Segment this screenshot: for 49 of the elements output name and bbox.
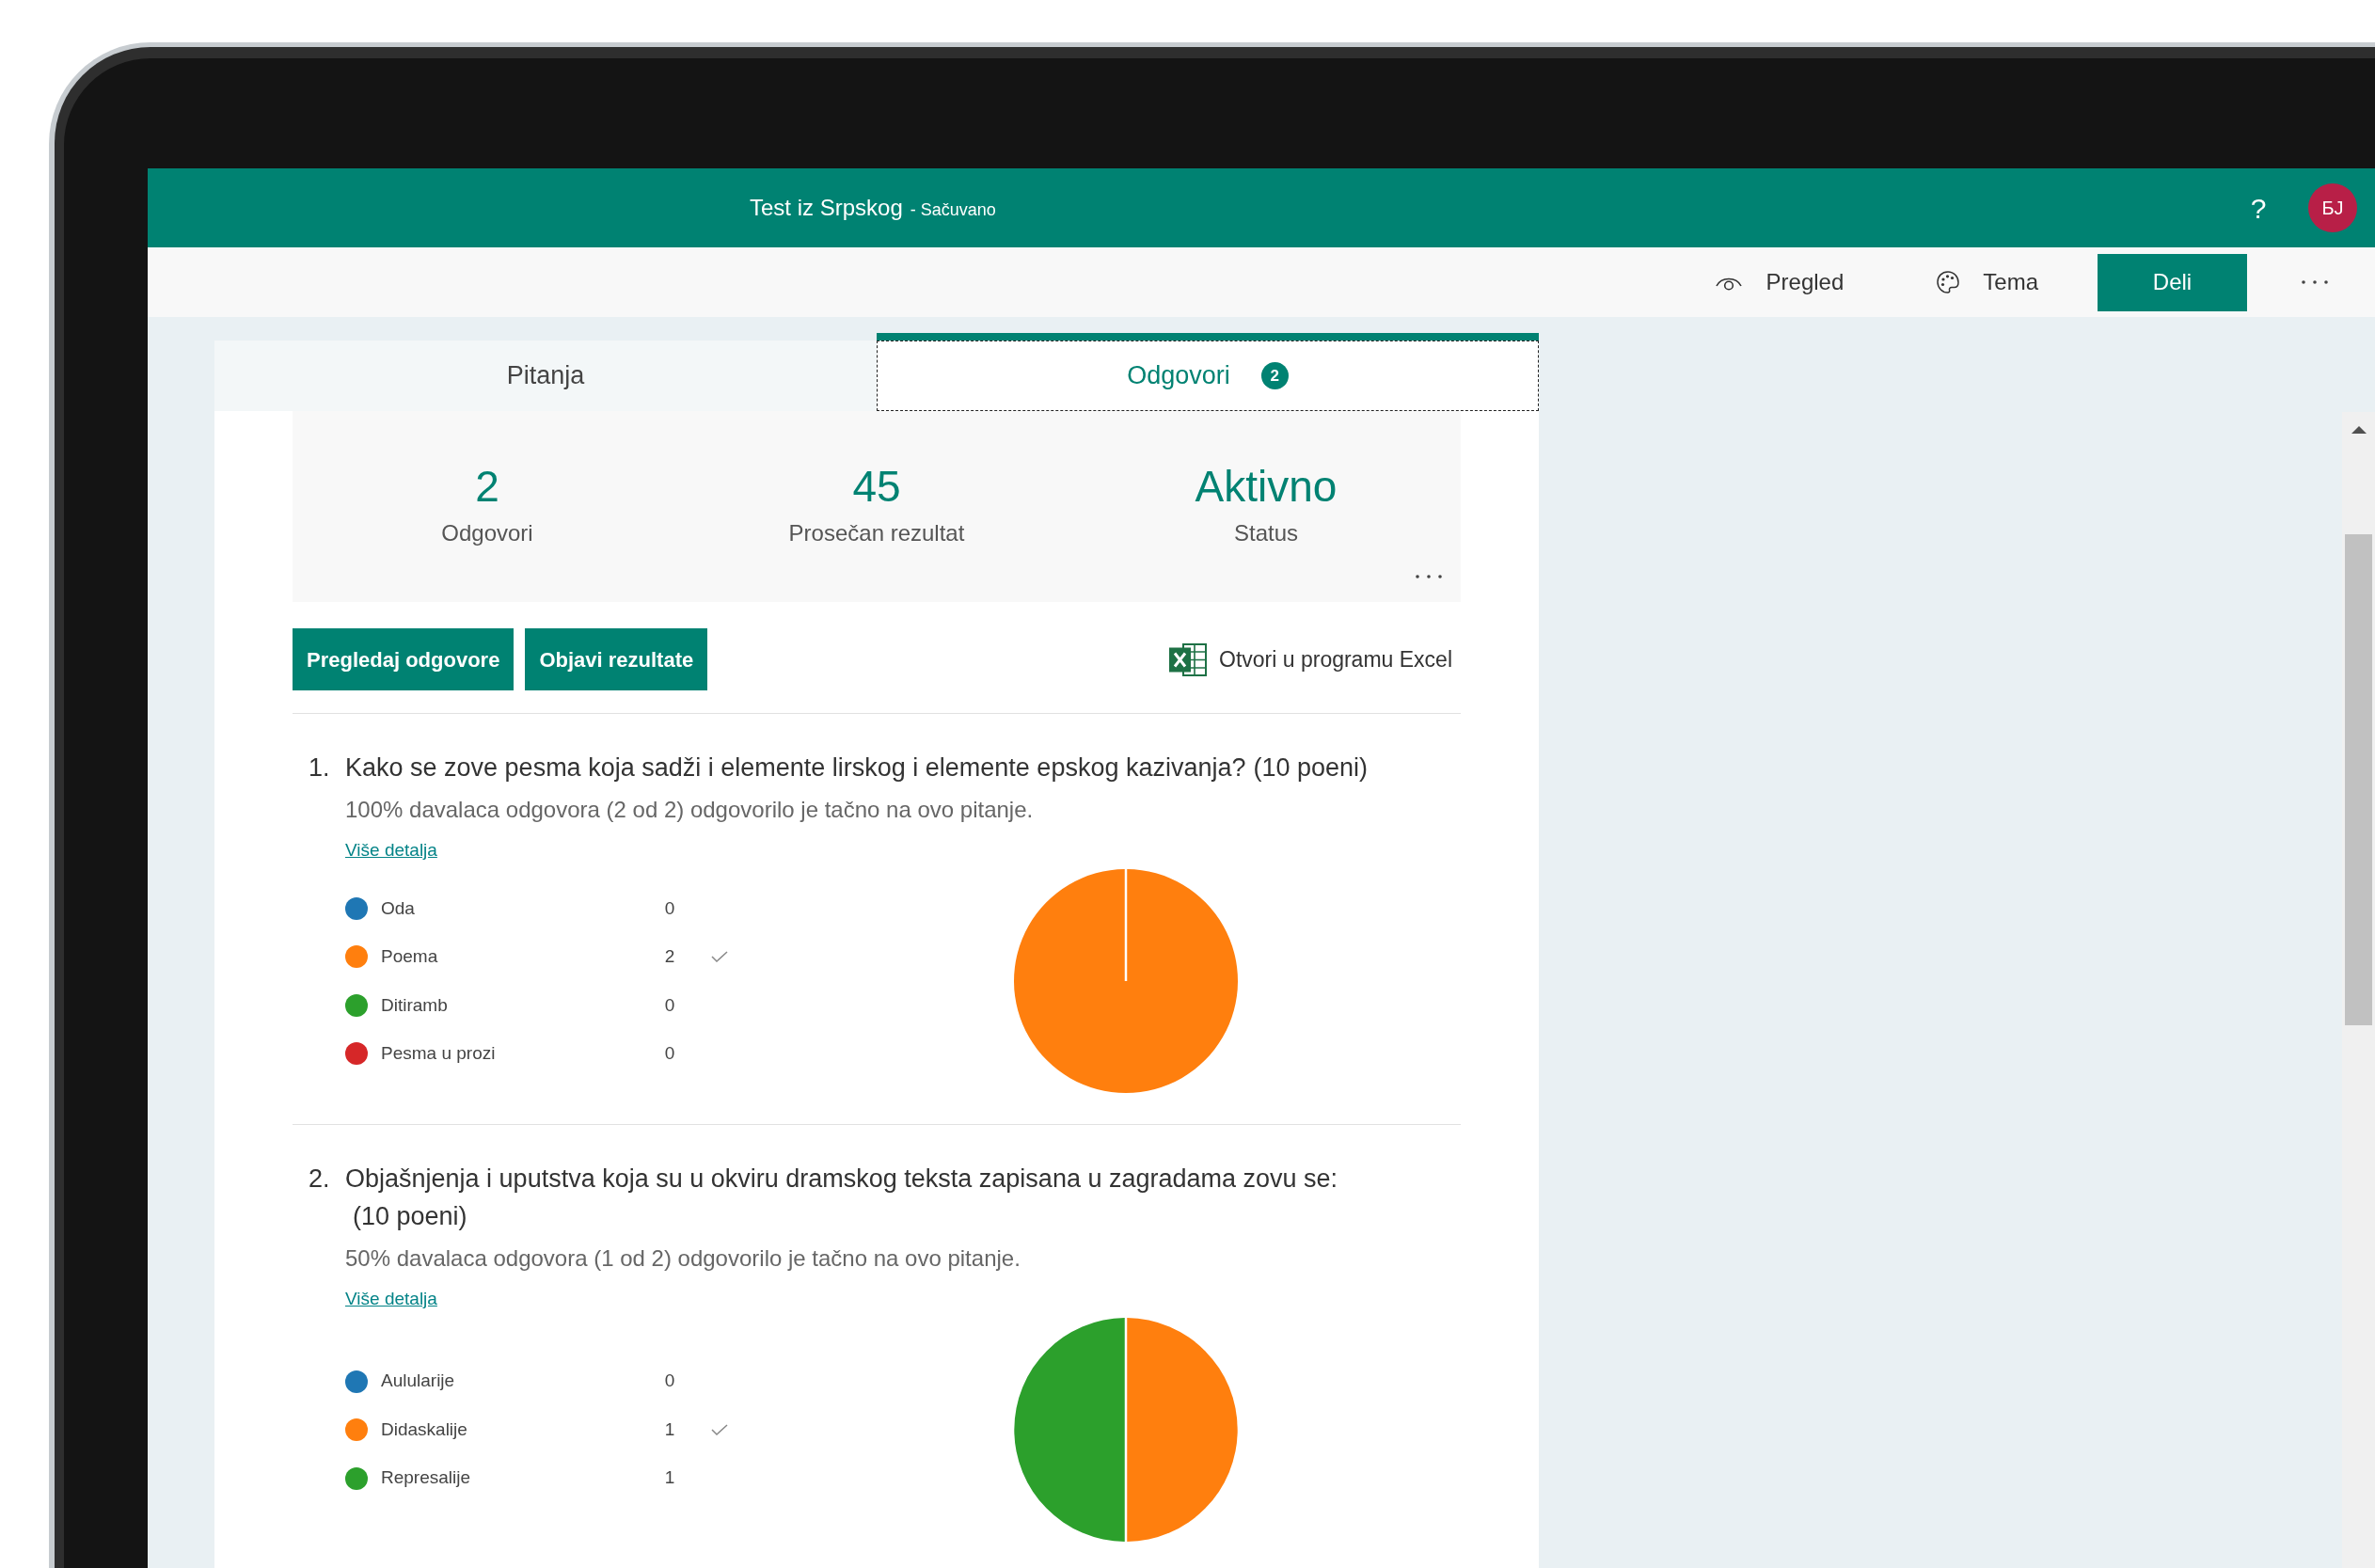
answer-count: 0 xyxy=(663,1370,676,1393)
spreadsheet-icon xyxy=(1169,642,1207,676)
details-link[interactable]: Više detalja xyxy=(345,1287,437,1311)
theme-button[interactable]: Tema xyxy=(1918,254,2057,310)
help-button[interactable]: ? xyxy=(2240,183,2277,232)
details-link[interactable]: Više detalja xyxy=(345,838,437,863)
answer-label: Poema xyxy=(381,945,439,968)
user-avatar[interactable]: БЈ xyxy=(2308,183,2357,232)
question-title: Kako se zove pesma koja sadži i elemente lirskog i elemente epskog kazivanja? xyxy=(345,753,1246,782)
answer-count: 0 xyxy=(663,1042,676,1065)
stat-value: 2 xyxy=(475,461,499,513)
preview-button[interactable]: Pregled xyxy=(1696,254,1863,310)
answer-label: Aulularije xyxy=(381,1370,456,1393)
form-title: Test iz Srpskog xyxy=(750,194,903,222)
answer-count: 0 xyxy=(663,993,676,1017)
result-summary: 50% davalaca odgovora (1 od 2) odgovorilo je tačno na ovo pitanje. xyxy=(345,1244,1021,1273)
stat-value: Aktivno xyxy=(1195,461,1338,513)
answer-label: Pesma u prozi xyxy=(381,1042,497,1065)
tab[interactable]: Odgovori 2 xyxy=(877,333,1539,411)
answer-count: 1 xyxy=(663,1466,676,1490)
action-button[interactable]: Pregledaj odgovore xyxy=(293,628,515,690)
more-options-icon[interactable] xyxy=(2302,280,2328,284)
count-badge: 2 xyxy=(1260,362,1289,389)
question-points: (10 poeni) xyxy=(1253,752,1369,784)
stat-label: Odgovori xyxy=(441,519,533,547)
save-status: - Sačuvano xyxy=(910,199,996,221)
question-number: 2. xyxy=(309,1164,331,1195)
tab[interactable]: Pitanja xyxy=(214,341,877,411)
answer-label: Represalije xyxy=(381,1466,472,1490)
answer-label: Ditiramb xyxy=(381,993,449,1017)
question-title: Objašnjenja i uputstva koja su u okviru dramskog teksta zapisana u zagradama zovu se: xyxy=(345,1164,1338,1193)
answer-label: Oda xyxy=(381,896,416,920)
excel-link[interactable]: Otvori u programu Excel xyxy=(1169,642,1452,676)
action-button[interactable]: Objavi rezultate xyxy=(525,628,708,690)
question-number: 1. xyxy=(309,752,331,784)
stat-label: Prosečan rezultat xyxy=(788,519,965,547)
answer-count: 1 xyxy=(663,1418,676,1441)
scroll-up-arrow-icon[interactable] xyxy=(2351,426,2367,434)
answer-count: 0 xyxy=(663,896,676,920)
question-points: (10 poeni) xyxy=(353,1201,467,1232)
palette-icon xyxy=(1937,271,1960,293)
scrollbar-thumb[interactable] xyxy=(2345,534,2372,1025)
stat-label: Status xyxy=(1233,519,1298,547)
answer-count: 2 xyxy=(663,945,676,968)
answer-label: Didaskalije xyxy=(381,1418,468,1441)
stat-value: 45 xyxy=(852,461,901,513)
result-summary: 100% davalaca odgovora (2 od 2) odgovorilo je tačno na ovo pitanje. xyxy=(345,796,1034,824)
more-options-icon[interactable] xyxy=(1416,575,1442,578)
share-button[interactable]: Deli xyxy=(2098,253,2247,311)
